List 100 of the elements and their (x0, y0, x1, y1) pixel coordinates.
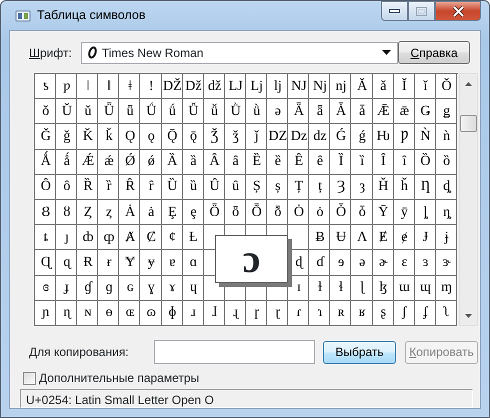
glyph-cell[interactable]: ɵ (98, 300, 120, 326)
glyph-cell[interactable]: ǌ (330, 74, 352, 100)
glyph-cell[interactable]: ɻ (224, 300, 246, 326)
glyph-cell[interactable]: ɜ (414, 250, 436, 276)
glyph-cell[interactable]: ɇ (394, 225, 415, 250)
glyph-cell[interactable]: Ȉ (330, 150, 352, 175)
glyph-cell[interactable]: ɭ (351, 276, 372, 301)
maximize-button[interactable] (408, 1, 435, 21)
copy-field[interactable] (154, 340, 315, 364)
glyph-cell[interactable]: Ȍ (414, 150, 436, 175)
glyph-cell[interactable]: Ƞ (414, 174, 436, 200)
glyph-cell[interactable]: Ȇ (288, 150, 310, 175)
glyph-cell[interactable]: ɠ (77, 276, 98, 301)
glyph-cell[interactable]: Ƕ (372, 124, 394, 150)
glyph-cell[interactable]: Ǵ (330, 124, 352, 150)
glyph-cell[interactable]: Ⱥ (119, 225, 140, 250)
glyph-cell[interactable]: ȍ (436, 150, 457, 175)
glyph-cell[interactable]: Ʌ (351, 225, 372, 250)
glyph-cell[interactable]: ȁ (182, 150, 204, 175)
glyph-cell[interactable]: Ǉ (224, 74, 246, 100)
glyph-cell[interactable]: ǩ (98, 124, 120, 150)
glyph-cell[interactable]: ǎ (372, 74, 394, 100)
glyph-cell[interactable]: ɝ (436, 250, 457, 276)
glyph-cell[interactable]: Ȑ (77, 174, 98, 200)
glyph-cell[interactable]: ȣ (56, 200, 78, 226)
glyph-cell[interactable]: Ǐ (394, 74, 415, 100)
glyph-cell[interactable]: Ǻ (35, 150, 56, 175)
glyph-cell[interactable]: ǳ (309, 124, 330, 150)
glyph-cell[interactable]: ǯ (224, 124, 246, 150)
glyph-cell[interactable]: ǀ (77, 74, 98, 100)
glyph-cell[interactable]: ʁ (351, 300, 372, 326)
advanced-checkbox[interactable] (23, 372, 36, 384)
glyph-cell[interactable]: ʂ (372, 300, 394, 326)
glyph-cell[interactable]: ǔ (77, 99, 98, 124)
glyph-cell[interactable]: Ȓ (119, 174, 140, 200)
glyph-cell[interactable]: ɛ (394, 250, 415, 276)
glyph-cell[interactable]: Ǡ (330, 99, 352, 124)
glyph-cell[interactable]: ɽ (267, 300, 288, 326)
glyph-cell[interactable]: ǧ (56, 124, 78, 150)
glyph-cell[interactable]: Ȏ (35, 174, 56, 200)
glyph-cell[interactable]: Ɋ (35, 250, 56, 276)
glyph-cell[interactable]: ɮ (372, 276, 394, 301)
glyph-cell[interactable]: ɰ (414, 276, 436, 301)
glyph-cell[interactable]: ɴ (77, 300, 98, 326)
glyph-cell[interactable]: ɚ (372, 250, 394, 276)
glyph-cell[interactable]: ǐ (414, 74, 436, 100)
glyph-cell[interactable]: ǈ (246, 74, 268, 100)
glyph-cell[interactable]: ɞ (35, 276, 56, 301)
glyph-cell[interactable]: Ǌ (288, 74, 310, 100)
glyph-cell[interactable]: ȑ (98, 174, 120, 200)
glyph-cell[interactable]: ǣ (394, 99, 415, 124)
glyph-cell[interactable]: Ȧ (119, 200, 140, 226)
glyph-cell[interactable]: ț (309, 174, 330, 200)
glyph-cell[interactable]: ǒ (35, 99, 56, 124)
glyph-cell[interactable]: ɯ (394, 276, 415, 301)
glyph-cell[interactable]: ǭ (182, 124, 204, 150)
glyph-cell[interactable]: ȴ (414, 200, 436, 226)
glyph-cell[interactable]: ȗ (224, 174, 246, 200)
glyph-cell[interactable]: ȉ (351, 150, 372, 175)
glyph-cell[interactable]: Ȫ (204, 200, 225, 226)
glyph-cell[interactable]: ȸ (77, 225, 98, 250)
glyph-cell[interactable]: Ȯ (288, 200, 310, 226)
glyph-cell[interactable]: Ɇ (372, 225, 394, 250)
glyph-cell[interactable]: Ǚ (182, 99, 204, 124)
glyph-cell[interactable]: ǻ (56, 150, 78, 175)
glyph-cell[interactable]: ɱ (436, 276, 457, 301)
glyph-cell[interactable]: ʃ (394, 300, 415, 326)
glyph-cell[interactable]: Ɏ (119, 250, 140, 276)
glyph-cell[interactable]: ɹ (182, 300, 204, 326)
glyph-cell[interactable]: ǖ (119, 99, 140, 124)
glyph-cell[interactable]: Ǽ (77, 150, 98, 175)
glyph-cell[interactable]: Ȱ (330, 200, 352, 226)
glyph-cell[interactable]: ȡ (436, 174, 457, 200)
glyph-cell[interactable]: Ǧ (35, 124, 56, 150)
glyph-cell[interactable]: ǰ (246, 124, 268, 150)
glyph-cell[interactable]: Ș (246, 174, 268, 200)
glyph-cell[interactable]: Ȩ (162, 200, 183, 226)
glyph-cell[interactable]: ȷ (56, 225, 78, 250)
minimize-button[interactable] (381, 1, 408, 21)
glyph-cell[interactable]: ǽ (98, 150, 120, 175)
glyph-cell[interactable]: Ǖ (98, 99, 120, 124)
glyph-cell[interactable]: ǆ (204, 74, 225, 100)
glyph-cell[interactable]: ǝ (267, 99, 288, 124)
glyph-cell[interactable]: Ƀ (309, 225, 330, 250)
glyph-cell[interactable]: ȋ (394, 150, 415, 175)
glyph-cell[interactable]: ȓ (140, 174, 162, 200)
glyph-cell[interactable]: ǉ (267, 74, 288, 100)
glyph-cell[interactable]: Ǔ (56, 99, 78, 124)
glyph-cell[interactable]: ɸ (162, 300, 183, 326)
close-button[interactable] (435, 1, 481, 21)
glyph-cell[interactable]: ɼ (246, 300, 268, 326)
glyph-cell[interactable]: ɺ (204, 300, 225, 326)
glyph-cell[interactable]: Ǟ (288, 99, 310, 124)
glyph-cell[interactable]: ǂ (119, 74, 140, 100)
glyph-cell[interactable]: ȃ (224, 150, 246, 175)
glyph-cell[interactable]: ɟ (56, 276, 78, 301)
glyph-cell[interactable]: Ǣ (372, 99, 394, 124)
glyph-cell[interactable]: Ǎ (351, 74, 372, 100)
glyph-cell[interactable]: ɑ (182, 250, 204, 276)
glyph-cell[interactable]: ǚ (204, 99, 225, 124)
